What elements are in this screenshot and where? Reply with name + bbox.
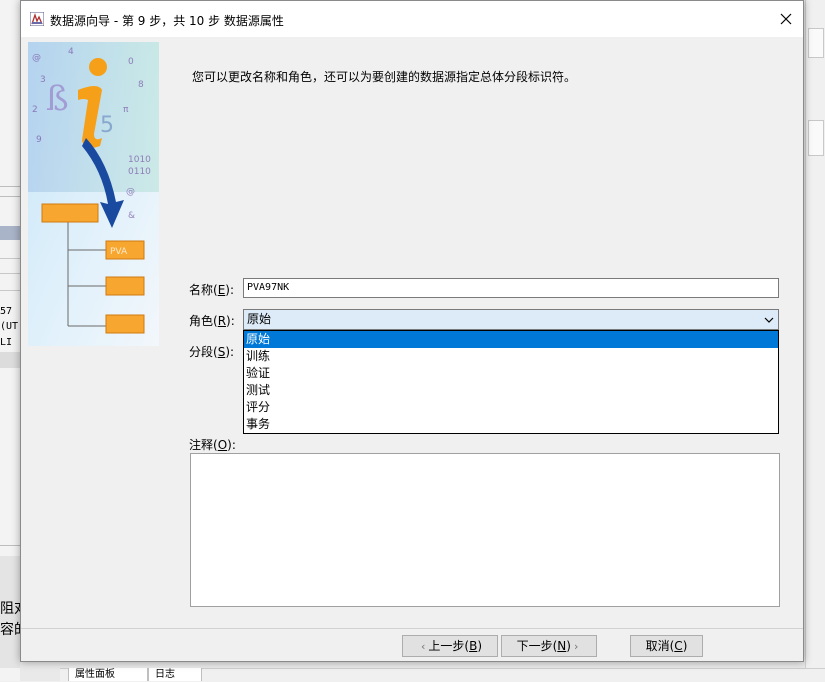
svg-text:4: 4	[68, 47, 74, 57]
role-dropdown-list: 原始 训练 验证 测试 评分 事务	[243, 330, 779, 434]
background-row	[0, 352, 20, 368]
notes-textarea[interactable]	[190, 453, 780, 607]
svg-text:2: 2	[32, 105, 38, 115]
footer-divider	[21, 628, 803, 629]
role-option-score[interactable]: 评分	[244, 399, 778, 416]
chevron-down-icon	[764, 317, 774, 323]
data-source-wizard-dialog: 数据源向导 - 第 9 步，共 10 步 数据源属性 @ 4 0 3 8 2 π…	[20, 0, 804, 662]
next-button[interactable]: 下一步(N) ›	[501, 635, 597, 657]
background-right-control[interactable]	[808, 120, 824, 156]
background-text: 容的	[0, 622, 22, 638]
back-button[interactable]: ‹ 上一步(B)	[402, 635, 498, 657]
role-select[interactable]: 原始	[243, 309, 779, 330]
background-text: 阻对	[0, 601, 22, 617]
background-header-row	[0, 226, 20, 240]
cancel-button[interactable]: 取消(C)	[630, 635, 703, 657]
chevron-right-icon: ›	[573, 640, 579, 653]
role-option-raw[interactable]: 原始	[244, 331, 778, 348]
pva-box-label: PVA	[110, 247, 128, 257]
close-button[interactable]	[769, 1, 803, 37]
close-icon	[780, 13, 792, 25]
role-option-train[interactable]: 训练	[244, 348, 778, 365]
background-tab[interactable]: 日志	[148, 668, 202, 681]
role-label: 角色(R):	[189, 314, 235, 328]
background-divider	[0, 258, 20, 259]
background-divider	[0, 290, 20, 291]
role-selected-value: 原始	[247, 312, 272, 326]
background-divider	[0, 273, 20, 274]
background-divider	[0, 196, 20, 197]
svg-text:5: 5	[100, 113, 114, 138]
background-cell-text: (UT	[0, 321, 19, 332]
svg-text:@: @	[126, 187, 135, 197]
svg-text:9: 9	[36, 135, 42, 145]
background-tab[interactable]: 属性面板	[68, 668, 148, 681]
background-right-control[interactable]	[808, 28, 824, 58]
role-option-validate[interactable]: 验证	[244, 365, 778, 382]
role-option-transaction[interactable]: 事务	[244, 416, 778, 433]
svg-text:π: π	[123, 105, 129, 115]
svg-text:3: 3	[40, 75, 46, 85]
svg-text:&: &	[128, 211, 135, 221]
background-right-panel	[805, 0, 825, 668]
svg-text:8: 8	[138, 80, 144, 90]
name-field[interactable]: PVA97NK	[243, 278, 779, 298]
window-title: 数据源向导 - 第 9 步，共 10 步 数据源属性	[50, 14, 284, 28]
name-label: 名称(E):	[189, 283, 235, 297]
background-left-panel: 57 (UT LI	[0, 0, 20, 681]
notes-label: 注释(O):	[189, 438, 236, 452]
background-cell-text: LI	[0, 337, 13, 348]
background-divider	[0, 186, 20, 187]
svg-text:ß: ß	[46, 79, 69, 119]
wizard-app-icon	[29, 11, 45, 27]
chevron-left-icon: ‹	[420, 640, 426, 653]
intro-description: 您可以更改名称和角色，还可以为要创建的数据源指定总体分段标识符。	[192, 70, 577, 84]
title-bar[interactable]: 数据源向导 - 第 9 步，共 10 步 数据源属性	[21, 1, 803, 37]
svg-text:0: 0	[128, 57, 134, 67]
role-option-test[interactable]: 测试	[244, 382, 778, 399]
svg-text:@: @	[32, 53, 41, 63]
wizard-illustration: @ 4 0 3 8 2 π 9 1010 0110 @ & ß 5 PVA	[28, 42, 159, 346]
background-cell-text: 57	[0, 306, 13, 317]
background-divider	[0, 545, 20, 546]
segment-label: 分段(S):	[189, 345, 235, 359]
svg-text:1010: 1010	[128, 155, 151, 165]
svg-text:0110: 0110	[128, 167, 151, 177]
